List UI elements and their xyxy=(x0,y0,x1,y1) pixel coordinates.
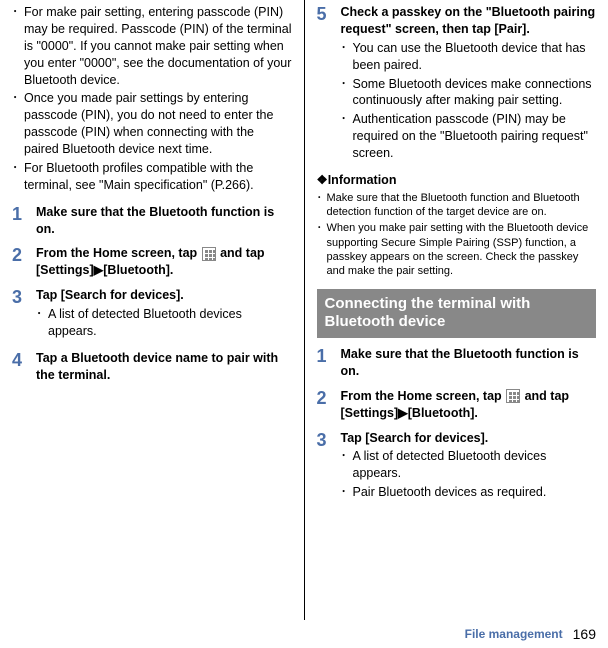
step-1: 1 Make sure that the Bluetooth function … xyxy=(12,204,292,238)
list-item: ･Pair Bluetooth devices as required. xyxy=(341,484,597,501)
step-number: 4 xyxy=(12,350,36,384)
step-heading: From the Home screen, tap and tap [Setti… xyxy=(36,245,292,279)
list-item: ･Some Bluetooth devices make connections… xyxy=(341,76,597,110)
step-number: 3 xyxy=(317,430,341,504)
step-heading-end: [Bluetooth]. xyxy=(408,406,478,420)
information-list: ･Make sure that the Bluetooth function a… xyxy=(317,191,597,279)
list-item: ･For make pair setting, entering passcod… xyxy=(12,4,292,88)
apps-grid-icon xyxy=(506,389,520,403)
step-heading-pre: From the Home screen, tap xyxy=(36,246,201,260)
list-item: ･You can use the Bluetooth device that h… xyxy=(341,40,597,74)
bullet-dot: ･ xyxy=(317,221,327,278)
step-number: 3 xyxy=(12,287,36,342)
list-item: ･Make sure that the Bluetooth function a… xyxy=(317,191,597,220)
step-b1: 1 Make sure that the Bluetooth function … xyxy=(317,346,597,380)
page-footer: File management 169 xyxy=(0,620,608,648)
right-column: 5 Check a passkey on the "Bluetooth pair… xyxy=(305,0,608,620)
triangle-icon: ▶ xyxy=(94,263,104,277)
step-heading: Tap a Bluetooth device name to pair with… xyxy=(36,350,292,384)
bullet-dot: ･ xyxy=(341,40,353,74)
bullet-dot: ･ xyxy=(341,484,353,501)
step-body: Make sure that the Bluetooth function is… xyxy=(36,204,292,238)
list-item: ･For Bluetooth profiles compatible with … xyxy=(12,160,292,194)
page: ･For make pair setting, entering passcod… xyxy=(0,0,608,620)
step-b3: 3 Tap [Search for devices]. ･A list of d… xyxy=(317,430,597,504)
left-column: ･For make pair setting, entering passcod… xyxy=(0,0,305,620)
step-heading: From the Home screen, tap and tap [Setti… xyxy=(341,388,597,422)
intro-bullets: ･For make pair setting, entering passcod… xyxy=(12,4,292,194)
bullet-text: For make pair setting, entering passcode… xyxy=(24,4,292,88)
step-3: 3 Tap [Search for devices]. ･A list of d… xyxy=(12,287,292,342)
step-heading: Make sure that the Bluetooth function is… xyxy=(341,346,597,380)
bullet-text: Once you made pair settings by entering … xyxy=(24,90,292,158)
bullet-dot: ･ xyxy=(341,76,353,110)
step-heading: Make sure that the Bluetooth function is… xyxy=(36,204,292,238)
sub-text: A list of detected Bluetooth devices app… xyxy=(48,306,292,340)
apps-grid-icon xyxy=(202,247,216,261)
bullet-dot: ･ xyxy=(341,111,353,162)
sub-text: Authentication passcode (PIN) may be req… xyxy=(353,111,597,162)
triangle-icon: ▶ xyxy=(398,406,408,420)
step-sublist: ･A list of detected Bluetooth devices ap… xyxy=(36,306,292,340)
steps-right-bottom: 1 Make sure that the Bluetooth function … xyxy=(317,346,597,503)
step-heading-end: [Bluetooth]. xyxy=(103,263,173,277)
step-body: From the Home screen, tap and tap [Setti… xyxy=(36,245,292,279)
list-item: ･Once you made pair settings by entering… xyxy=(12,90,292,158)
step-5: 5 Check a passkey on the "Bluetooth pair… xyxy=(317,4,597,164)
step-number: 1 xyxy=(317,346,341,380)
information-heading: ❖Information xyxy=(317,172,597,189)
step-body: Tap a Bluetooth device name to pair with… xyxy=(36,350,292,384)
step-heading: Tap [Search for devices]. xyxy=(36,287,292,304)
sub-text: Pair Bluetooth devices as required. xyxy=(353,484,597,501)
step-number: 5 xyxy=(317,4,341,164)
step-sublist: ･A list of detected Bluetooth devices ap… xyxy=(341,448,597,501)
bullet-text: For Bluetooth profiles compatible with t… xyxy=(24,160,292,194)
step-heading-pre: From the Home screen, tap xyxy=(341,389,506,403)
step-body: Check a passkey on the "Bluetooth pairin… xyxy=(341,4,597,164)
bullet-dot: ･ xyxy=(12,90,24,158)
bullet-dot: ･ xyxy=(317,191,327,220)
step-number: 2 xyxy=(317,388,341,422)
step-number: 1 xyxy=(12,204,36,238)
sub-text: Some Bluetooth devices make connections … xyxy=(353,76,597,110)
step-4: 4 Tap a Bluetooth device name to pair wi… xyxy=(12,350,292,384)
info-text: Make sure that the Bluetooth function an… xyxy=(327,191,597,220)
steps-left: 1 Make sure that the Bluetooth function … xyxy=(12,204,292,384)
step-number: 2 xyxy=(12,245,36,279)
bullet-dot: ･ xyxy=(341,448,353,482)
steps-right-top: 5 Check a passkey on the "Bluetooth pair… xyxy=(317,4,597,164)
step-heading: Check a passkey on the "Bluetooth pairin… xyxy=(341,4,597,38)
step-body: From the Home screen, tap and tap [Setti… xyxy=(341,388,597,422)
step-2: 2 From the Home screen, tap and tap [Set… xyxy=(12,245,292,279)
step-body: Tap [Search for devices]. ･A list of det… xyxy=(341,430,597,504)
section-heading-bar: Connecting the terminal with Bluetooth d… xyxy=(317,289,597,339)
step-body: Make sure that the Bluetooth function is… xyxy=(341,346,597,380)
list-item: ･When you make pair setting with the Blu… xyxy=(317,221,597,278)
bullet-dot: ･ xyxy=(36,306,48,340)
list-item: ･A list of detected Bluetooth devices ap… xyxy=(36,306,292,340)
list-item: ･A list of detected Bluetooth devices ap… xyxy=(341,448,597,482)
sub-text: A list of detected Bluetooth devices app… xyxy=(353,448,597,482)
bullet-dot: ･ xyxy=(12,160,24,194)
footer-section-name: File management xyxy=(465,626,563,642)
step-heading: Tap [Search for devices]. xyxy=(341,430,597,447)
step-sublist: ･You can use the Bluetooth device that h… xyxy=(341,40,597,162)
sub-text: You can use the Bluetooth device that ha… xyxy=(353,40,597,74)
step-b2: 2 From the Home screen, tap and tap [Set… xyxy=(317,388,597,422)
bullet-dot: ･ xyxy=(12,4,24,88)
page-number: 169 xyxy=(573,625,596,644)
info-text: When you make pair setting with the Blue… xyxy=(327,221,597,278)
step-body: Tap [Search for devices]. ･A list of det… xyxy=(36,287,292,342)
list-item: ･Authentication passcode (PIN) may be re… xyxy=(341,111,597,162)
